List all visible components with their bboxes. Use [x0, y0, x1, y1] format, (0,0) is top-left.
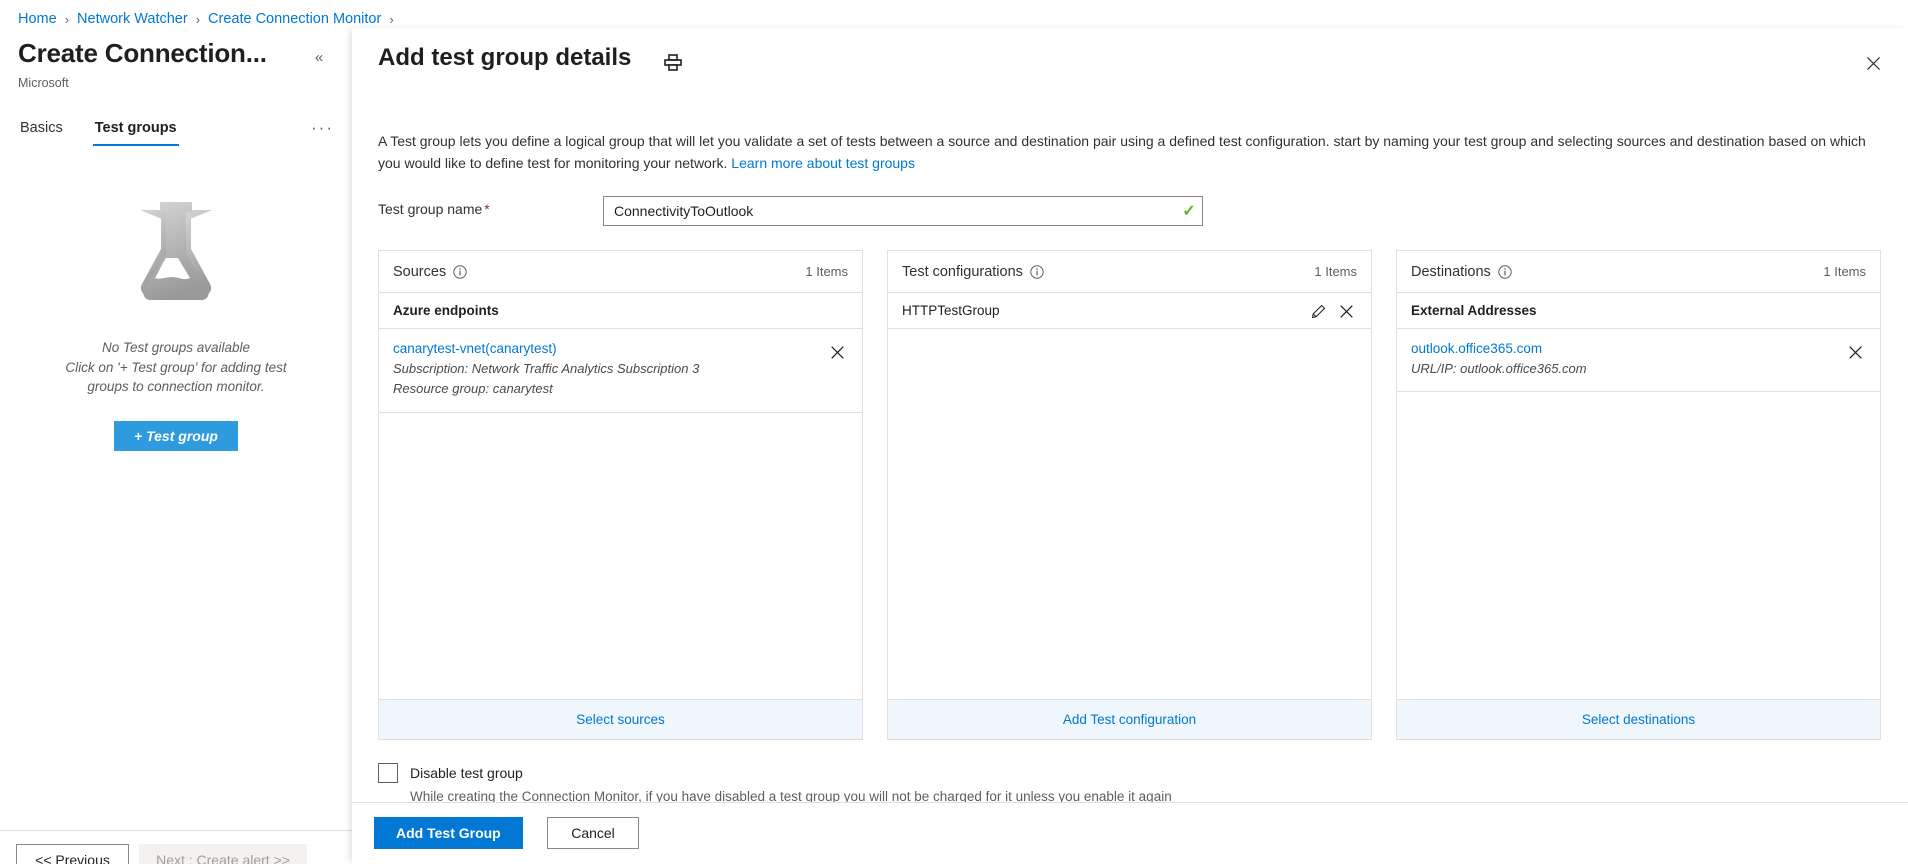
tab-overflow-menu-icon[interactable]: ··· — [311, 116, 334, 138]
destinations-panel-header: Destinations 1 Items — [1397, 251, 1880, 293]
destination-row-actions — [1844, 339, 1866, 363]
info-icon[interactable] — [1030, 265, 1044, 279]
wizard-footer: << Previous Next : Create alert >> — [0, 830, 352, 864]
remove-destination-close-icon[interactable] — [1844, 341, 1866, 363]
sources-panel: Sources 1 Items Azure endpoints canaryte… — [378, 250, 863, 740]
disable-test-group-block: Disable test group While creating the Co… — [378, 763, 1678, 804]
remove-test-configuration-close-icon[interactable] — [1335, 301, 1357, 323]
cancel-button[interactable]: Cancel — [547, 817, 639, 849]
disable-test-group-checkbox[interactable] — [378, 763, 398, 783]
empty-state-line-1: No Test groups available — [31, 338, 321, 358]
info-icon[interactable] — [1498, 265, 1512, 279]
select-destinations-button[interactable]: Select destinations — [1397, 699, 1880, 739]
test-group-name-row: Test group name* ✓ — [378, 196, 1378, 226]
test-group-name-input[interactable] — [604, 203, 1176, 219]
breadcrumb-separator: › — [196, 12, 200, 27]
sources-item-count: 1 Items — [805, 264, 848, 279]
tab-test-groups[interactable]: Test groups — [93, 116, 179, 146]
next-create-alert-button[interactable]: Next : Create alert >> — [139, 844, 307, 864]
sources-panel-header: Sources 1 Items — [379, 251, 862, 293]
collapse-panel-icon[interactable]: « — [308, 46, 330, 68]
test-group-panels: Sources 1 Items Azure endpoints canaryte… — [378, 250, 1882, 740]
empty-state-line-2: Click on '+ Test group' for adding test — [31, 358, 321, 378]
add-test-group-blade: Add test group details A Test group lets… — [352, 28, 1908, 864]
info-icon[interactable] — [453, 265, 467, 279]
create-connection-monitor-panel: Create Connection... « Microsoft Basics … — [0, 28, 352, 864]
empty-state-text: No Test groups available Click on '+ Tes… — [31, 338, 321, 397]
test-configuration-name: HTTPTestGroup — [902, 303, 1000, 318]
test-configurations-panel-title: Test configurations — [902, 264, 1023, 280]
disable-test-group-label[interactable]: Disable test group — [410, 765, 523, 781]
test-configuration-row: HTTPTestGroup — [888, 293, 1371, 329]
validation-check-icon: ✓ — [1176, 198, 1202, 224]
printer-icon[interactable] — [662, 52, 684, 74]
add-test-configuration-button[interactable]: Add Test configuration — [888, 699, 1371, 739]
tab-strip: Basics Test groups ··· — [18, 116, 334, 152]
source-endpoint-link[interactable]: canarytest-vnet(canarytest) — [393, 339, 826, 359]
sources-list: canarytest-vnet(canarytest) Subscription… — [379, 329, 862, 699]
breadcrumb-item-home[interactable]: Home — [18, 11, 57, 27]
publisher-label: Microsoft — [18, 76, 69, 90]
learn-more-link[interactable]: Learn more about test groups — [731, 155, 915, 171]
empty-state: No Test groups available Click on '+ Tes… — [0, 198, 352, 451]
breadcrumb-item-create-connection-monitor[interactable]: Create Connection Monitor — [208, 11, 381, 27]
sources-panel-title: Sources — [393, 264, 446, 280]
previous-button[interactable]: << Previous — [16, 844, 129, 864]
close-blade-icon[interactable] — [1860, 50, 1886, 76]
add-test-group-button[interactable]: Add Test Group — [374, 817, 523, 849]
required-marker: * — [484, 201, 489, 217]
tab-basics[interactable]: Basics — [18, 116, 65, 146]
list-item: outlook.office365.com URL/IP: outlook.of… — [1397, 329, 1880, 392]
destinations-panel-title: Destinations — [1411, 264, 1491, 280]
source-item-content: canarytest-vnet(canarytest) Subscription… — [393, 339, 826, 400]
destinations-subheader: External Addresses — [1397, 293, 1880, 329]
select-sources-button[interactable]: Select sources — [379, 699, 862, 739]
azure-portal-screen: Home › Network Watcher › Create Connecti… — [0, 0, 1908, 864]
test-group-name-field[interactable]: ✓ — [603, 196, 1203, 226]
page-title: Create Connection... — [18, 38, 267, 69]
source-row-actions — [826, 339, 848, 363]
source-subscription-label: Subscription: Network Traffic Analytics … — [393, 359, 826, 379]
breadcrumb-separator: › — [389, 12, 393, 27]
destinations-item-count: 1 Items — [1823, 264, 1866, 279]
test-configurations-panel-header: Test configurations 1 Items — [888, 251, 1371, 293]
destinations-list: outlook.office365.com URL/IP: outlook.of… — [1397, 329, 1880, 699]
test-configurations-item-count: 1 Items — [1314, 264, 1357, 279]
destinations-panel: Destinations 1 Items External Addresses … — [1396, 250, 1881, 740]
remove-source-close-icon[interactable] — [826, 341, 848, 363]
blade-title: Add test group details — [378, 44, 631, 72]
destination-address-link[interactable]: outlook.office365.com — [1411, 339, 1844, 359]
source-resource-group-label: Resource group: canarytest — [393, 379, 826, 399]
list-item: canarytest-vnet(canarytest) Subscription… — [379, 329, 862, 413]
edit-test-configuration-pencil-icon[interactable] — [1307, 301, 1329, 323]
disable-test-group-row: Disable test group — [378, 763, 1678, 783]
test-configurations-panel: Test configurations 1 Items HTTPTestGrou… — [887, 250, 1372, 740]
destination-url-label: URL/IP: outlook.office365.com — [1411, 359, 1844, 379]
sources-subheader: Azure endpoints — [379, 293, 862, 329]
empty-state-line-3: groups to connection monitor. — [31, 377, 321, 397]
test-configuration-row-actions — [1307, 299, 1357, 323]
destination-item-content: outlook.office365.com URL/IP: outlook.of… — [1411, 339, 1844, 379]
blade-description-text: A Test group lets you define a logical g… — [378, 133, 1866, 171]
breadcrumb-item-network-watcher[interactable]: Network Watcher — [77, 11, 188, 27]
test-group-name-label-text: Test group name — [378, 201, 482, 217]
add-test-group-sidebar-button[interactable]: + Test group — [114, 421, 238, 451]
blade-description: A Test group lets you define a logical g… — [378, 131, 1882, 174]
flask-icon — [120, 198, 232, 300]
breadcrumb: Home › Network Watcher › Create Connecti… — [18, 6, 402, 32]
breadcrumb-separator: › — [65, 12, 69, 27]
blade-header: Add test group details — [352, 28, 1908, 90]
blade-footer: Add Test Group Cancel — [352, 802, 1908, 864]
test-group-name-label: Test group name* — [378, 201, 490, 217]
test-configurations-list — [888, 329, 1371, 699]
